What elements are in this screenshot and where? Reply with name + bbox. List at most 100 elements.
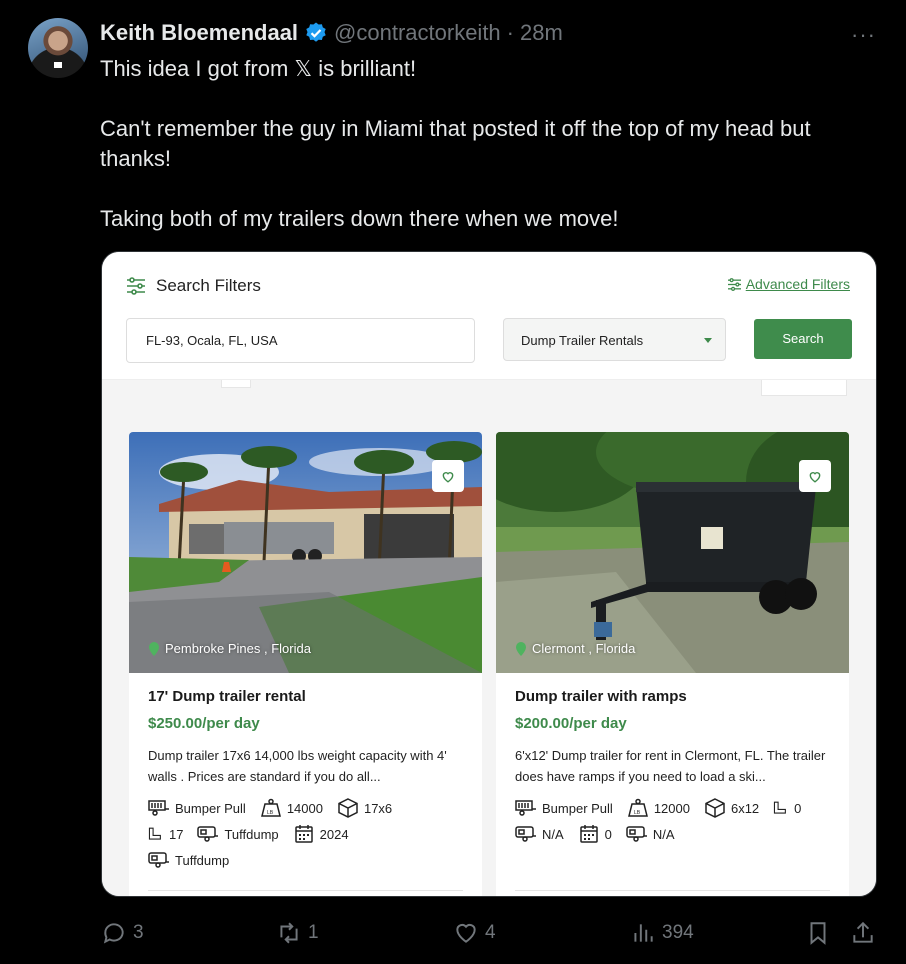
listing-title[interactable]: Dump trailer with ramps [515, 688, 687, 705]
trailer-icon [515, 800, 536, 816]
spec-size-value: 6x12 [730, 800, 760, 816]
calendar-icon [579, 825, 598, 843]
spec-model-value: N/A [652, 826, 675, 842]
bookmark-button[interactable] [805, 920, 831, 946]
spec-capacity: LB 14000 [260, 798, 323, 818]
spec-length-value: 0 [794, 800, 802, 816]
search-filters-bar: Search Filters Advanced Filters FL-93, O… [102, 252, 876, 380]
length-icon [148, 827, 161, 840]
listing-location-text: Clermont , Florida [532, 641, 636, 656]
bookmark-icon [810, 922, 826, 945]
spec-make: Tuffdump [197, 824, 279, 844]
svg-text:LB: LB [634, 810, 641, 816]
verified-badge-icon [306, 22, 326, 42]
spec-year: 0 [578, 824, 612, 844]
camper-icon [515, 826, 536, 842]
box-icon [338, 798, 358, 818]
listing-location: Pembroke Pines , Florida [149, 641, 311, 656]
advanced-filters-link[interactable]: Advanced Filters [727, 276, 850, 292]
spec-make-value: N/A [542, 826, 564, 842]
share-button[interactable] [850, 920, 876, 946]
tweet-text: This idea I got from 𝕏 is brilliant! Can… [100, 54, 880, 234]
like-count: 4 [485, 922, 496, 943]
camper-icon [197, 826, 219, 842]
listing-title[interactable]: 17' Dump trailer rental [148, 688, 306, 705]
spec-size: 17x6 [337, 798, 392, 818]
spec-row-c: Tuffdump [148, 850, 229, 870]
listing-description: 6'x12' Dump trailer for rent in Clermont… [515, 748, 826, 784]
spec-hitch-value: Bumper Pull [542, 800, 613, 816]
spec-make-value: Tuffdump [224, 826, 279, 842]
reply-count: 3 [133, 922, 144, 943]
listing-card[interactable]: Pembroke Pines , Florida 17' Dump traile… [129, 432, 482, 896]
results-area: Pembroke Pines , Florida 17' Dump traile… [102, 380, 876, 896]
weight-icon: LB [260, 798, 281, 817]
separator-dot: · [506, 20, 514, 45]
tweet-line-3: Taking both of my trailers down there wh… [100, 206, 619, 231]
tweet-line-1: This idea I got from 𝕏 is brilliant! [100, 56, 417, 81]
spec-size-value: 17x6 [363, 800, 393, 816]
spec-capacity-value: 12000 [653, 800, 690, 816]
spec-hitch-value: Bumper Pull [175, 800, 246, 816]
search-filters-title: Search Filters [156, 276, 261, 295]
spec-year-value: 0 [604, 826, 612, 842]
listing-card[interactable]: Clermont , Florida Dump trailer with ram… [496, 432, 849, 896]
category-select[interactable]: Dump Trailer Rentals [503, 318, 726, 361]
spec-make: N/A [515, 824, 564, 844]
location-input[interactable]: FL-93, Ocala, FL, USA [126, 318, 475, 363]
card-divider [148, 890, 463, 891]
spec-hitch: Bumper Pull [515, 798, 613, 818]
repost-count: 1 [308, 922, 319, 943]
author-avatar[interactable] [28, 18, 88, 78]
listing-location: Clermont , Florida [516, 641, 635, 656]
tweet-header: Keith Bloemendaal @contractorkeith · 28m [100, 20, 563, 46]
spec-year-value: 2024 [319, 826, 349, 842]
listing-description: Dump trailer 17x6 14,000 lbs weight capa… [148, 748, 447, 784]
favorite-heart-icon[interactable] [432, 460, 464, 492]
category-selected-value: Dump Trailer Rentals [521, 333, 644, 348]
favorite-heart-icon[interactable] [799, 460, 831, 492]
tweet-media-image[interactable]: Search Filters Advanced Filters FL-93, O… [101, 251, 877, 897]
spec-model-value: Tuffdump [175, 852, 230, 868]
map-pin-icon [516, 641, 526, 656]
more-options-icon[interactable]: ··· [851, 22, 876, 48]
spec-row-b: 17 Tuffdump 2024 [148, 824, 349, 844]
advanced-filters-icon [727, 277, 741, 291]
spec-row-a: Bumper Pull LB 14000 17x6 [148, 798, 392, 818]
card-divider [515, 890, 830, 891]
spec-length: 0 [773, 798, 801, 818]
spec-length: 17 [148, 824, 183, 844]
svg-text:LB: LB [267, 810, 274, 816]
reply-button[interactable]: 3 [101, 920, 144, 946]
chevron-down-icon [704, 338, 712, 343]
search-button[interactable]: Search [754, 319, 852, 359]
tweet-action-bar: 3 1 4 394 [0, 914, 906, 954]
author-name[interactable]: Keith Bloemendaal [100, 20, 298, 46]
map-pin-icon [149, 641, 159, 656]
views-button[interactable]: 394 [630, 920, 694, 946]
author-handle[interactable]: @contractorkeith [334, 20, 501, 46]
post-time[interactable]: 28m [520, 20, 563, 46]
spec-model: N/A [626, 824, 675, 844]
spec-length-value: 17 [169, 826, 184, 842]
spec-row-b: N/A 0 N/A [515, 824, 675, 844]
views-count: 394 [662, 922, 694, 943]
tweet-line-2: Can't remember the guy in Miami that pos… [100, 116, 811, 171]
like-button[interactable]: 4 [453, 920, 496, 946]
repost-icon [280, 922, 298, 944]
listing-price: $250.00/per day [148, 715, 260, 732]
repost-button[interactable]: 1 [276, 920, 319, 946]
listing-location-text: Pembroke Pines , Florida [165, 641, 311, 656]
advanced-filters-label: Advanced Filters [745, 276, 850, 292]
filters-sliders-icon [127, 277, 145, 295]
listing-photo[interactable]: Clermont , Florida [496, 432, 849, 673]
spec-capacity-value: 14000 [286, 800, 323, 816]
search-filters-heading: Search Filters [126, 276, 261, 296]
listing-photo[interactable]: Pembroke Pines , Florida [129, 432, 482, 673]
toolbar-stub-left [221, 380, 251, 388]
spec-model: Tuffdump [148, 850, 229, 870]
box-icon [705, 798, 725, 818]
share-icon [853, 921, 873, 943]
spec-hitch: Bumper Pull [148, 798, 246, 818]
heart-icon [456, 923, 476, 943]
